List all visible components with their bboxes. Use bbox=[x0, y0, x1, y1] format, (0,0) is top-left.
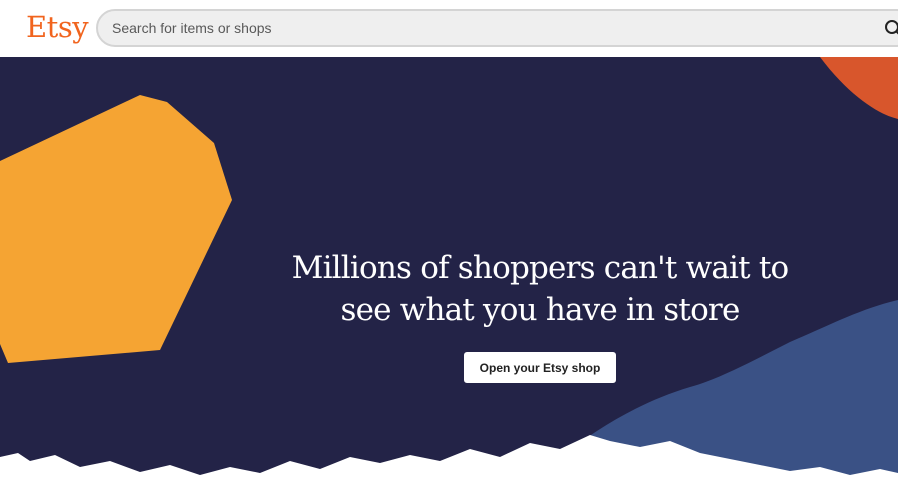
search-icon[interactable] bbox=[884, 19, 898, 39]
hero-headline-line2: see what you have in store bbox=[340, 292, 740, 328]
hero-headline: Millions of shoppers can't wait to see w… bbox=[230, 247, 850, 331]
search-input[interactable] bbox=[112, 11, 852, 45]
site-header: Etsy bbox=[0, 0, 898, 57]
hero-banner: Millions of shoppers can't wait to see w… bbox=[0, 57, 898, 485]
search-bar[interactable] bbox=[96, 9, 898, 47]
hero-headline-line1: Millions of shoppers can't wait to bbox=[291, 250, 790, 286]
red-shape bbox=[820, 57, 898, 119]
open-shop-button[interactable]: Open your Etsy shop bbox=[464, 352, 616, 383]
etsy-logo[interactable]: Etsy bbox=[26, 8, 89, 46]
orange-shape bbox=[0, 95, 232, 363]
